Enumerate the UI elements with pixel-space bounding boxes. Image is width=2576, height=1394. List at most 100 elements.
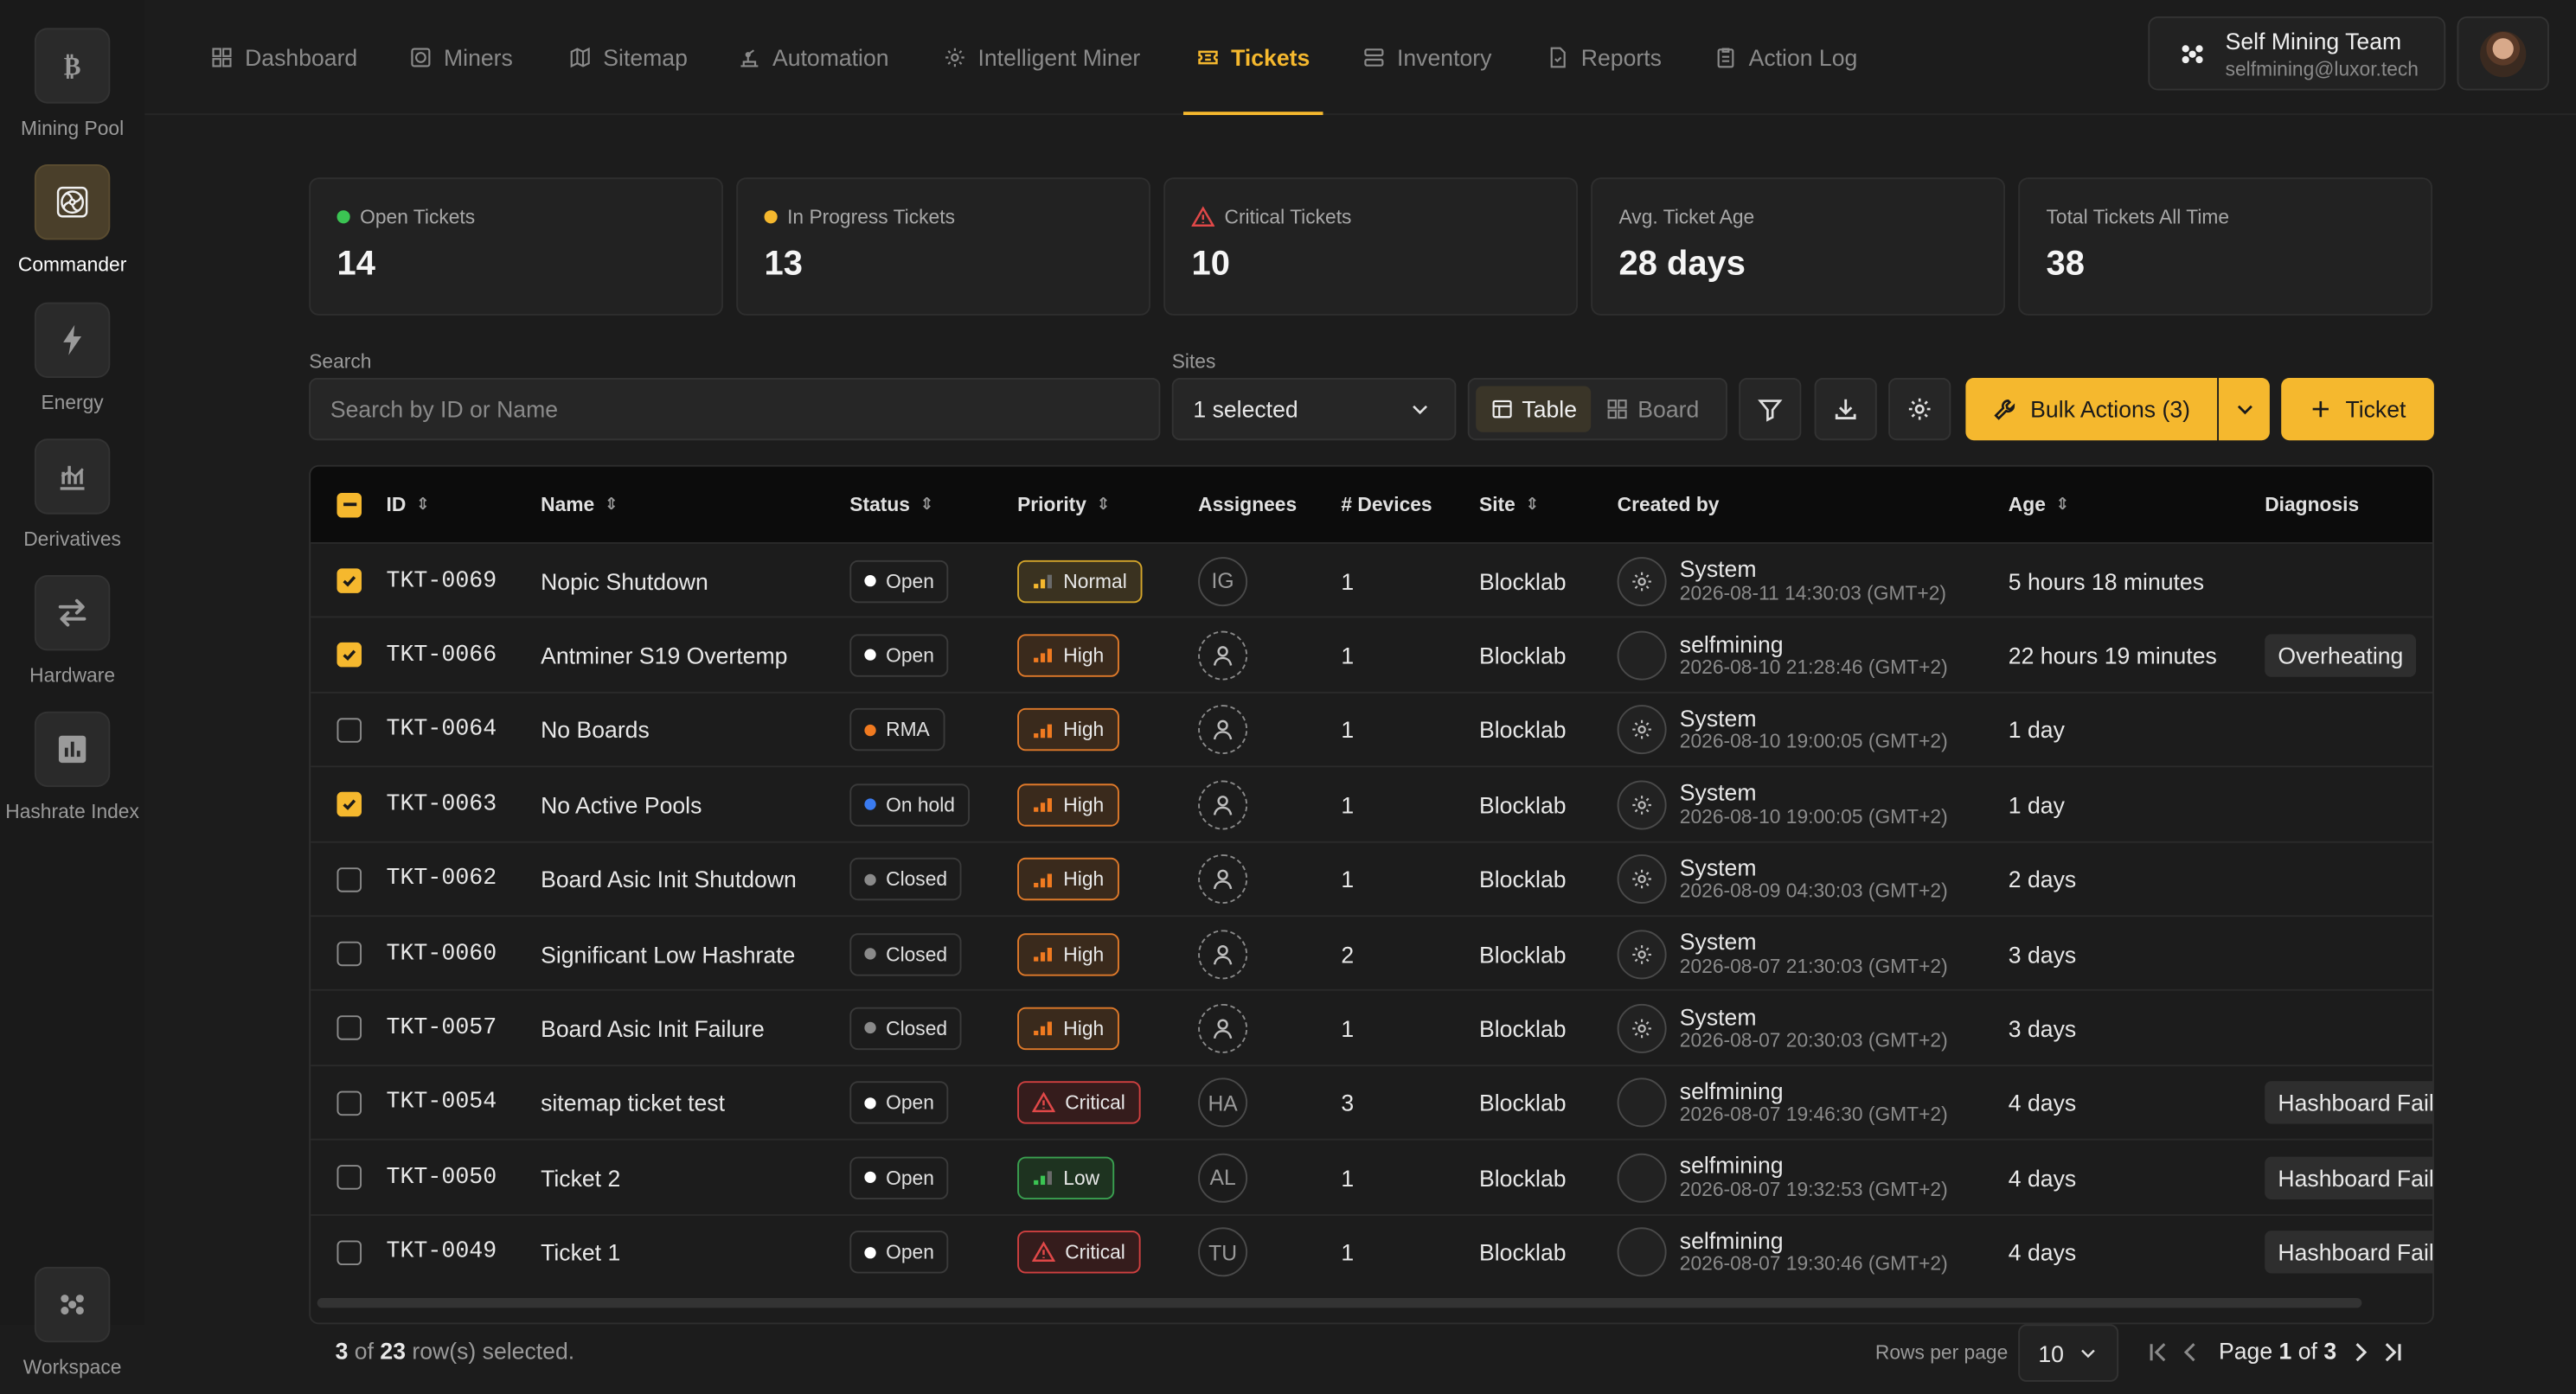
unassigned-user-icon[interactable] xyxy=(1198,1003,1248,1053)
assignee-initials[interactable]: TU xyxy=(1198,1227,1248,1277)
sites-select[interactable]: 1 selected xyxy=(1171,378,1457,441)
unassigned-user-icon[interactable] xyxy=(1198,630,1248,681)
row-checkbox[interactable] xyxy=(336,1015,362,1041)
sidebar-item-mining-pool[interactable]: ₿ Mining Pool xyxy=(0,28,144,140)
nav-dashboard[interactable]: Dashboard xyxy=(210,0,357,115)
select-all-checkbox[interactable] xyxy=(336,467,362,542)
priority-badge[interactable]: High xyxy=(1017,783,1119,827)
table-row[interactable]: TKT-0050 Ticket 2 Open Low AL 1 Blocklab selfmi… xyxy=(311,1139,2432,1215)
status-badge[interactable]: On hold xyxy=(849,783,971,827)
status-badge[interactable]: Open xyxy=(849,1156,949,1199)
priority-badge[interactable]: Low xyxy=(1017,1156,1115,1199)
unassigned-user-icon[interactable] xyxy=(1198,854,1248,905)
priority-badge[interactable]: High xyxy=(1017,932,1119,975)
ticket-name[interactable]: Ticket 1 xyxy=(541,1215,620,1289)
status-badge[interactable]: Open xyxy=(849,559,949,603)
priority-badge[interactable]: Critical xyxy=(1017,1081,1140,1125)
table-row[interactable]: TKT-0060 Significant Low Hashrate Closed Hi… xyxy=(311,915,2432,991)
row-checkbox[interactable] xyxy=(336,643,362,668)
status-badge[interactable]: Open xyxy=(849,1231,949,1274)
row-checkbox[interactable] xyxy=(336,866,362,892)
column-age[interactable]: Age ⇕ xyxy=(2009,467,2069,542)
bulk-actions-button[interactable]: Bulk Actions (3) xyxy=(1965,378,2218,441)
table-row[interactable]: TKT-0066 Antminer S19 Overtemp Open High 1 Bl… xyxy=(311,617,2432,693)
table-row[interactable]: TKT-0064 No Boards RMA High 1 Blocklab System 2… xyxy=(311,691,2432,767)
priority-badge[interactable]: Normal xyxy=(1017,559,1142,603)
row-checkbox[interactable] xyxy=(336,1165,362,1190)
table-row[interactable]: TKT-0069 Nopic Shutdown Open Normal IG 1 Block… xyxy=(311,542,2432,618)
bulk-actions-dropdown[interactable] xyxy=(2219,378,2270,441)
view-table-button[interactable]: Table xyxy=(1476,386,1592,432)
priority-badge[interactable]: High xyxy=(1017,1007,1119,1050)
ticket-id[interactable]: TKT-0054 xyxy=(387,1066,497,1141)
ticket-id[interactable]: TKT-0050 xyxy=(387,1141,497,1215)
ticket-name[interactable]: Ticket 2 xyxy=(541,1141,620,1215)
download-button[interactable] xyxy=(1814,378,1877,441)
status-badge[interactable]: Open xyxy=(849,1081,949,1125)
sidebar-item-hashrate-index[interactable]: Hashrate Index xyxy=(0,711,144,823)
ticket-id[interactable]: TKT-0063 xyxy=(387,768,497,842)
priority-badge[interactable]: High xyxy=(1017,857,1119,901)
column-site[interactable]: Site ⇕ xyxy=(1479,467,1539,542)
nav-tickets[interactable]: Tickets xyxy=(1182,0,1323,115)
ticket-id[interactable]: TKT-0069 xyxy=(387,544,497,618)
ticket-name[interactable]: Significant Low Hashrate xyxy=(541,917,795,991)
table-row[interactable]: TKT-0063 No Active Pools On hold High 1 Block… xyxy=(311,765,2432,842)
search-input[interactable] xyxy=(309,378,1161,441)
sidebar-item-hardware[interactable]: Hardware xyxy=(0,575,144,687)
unassigned-user-icon[interactable] xyxy=(1198,929,1248,979)
nav-sitemap[interactable]: Sitemap xyxy=(568,0,688,115)
settings-button[interactable] xyxy=(1888,378,1951,441)
row-checkbox[interactable] xyxy=(336,717,362,743)
ticket-id[interactable]: TKT-0060 xyxy=(387,917,497,991)
nav-intelligent-miner[interactable]: Intelligent Miner xyxy=(944,0,1140,115)
next-page-icon[interactable] xyxy=(2347,1340,2373,1365)
team-switcher[interactable]: Self Mining Team selfmining@luxor.tech xyxy=(2148,16,2446,91)
assignee-initials[interactable]: IG xyxy=(1198,556,1248,606)
status-badge[interactable]: Closed xyxy=(849,857,963,901)
table-row[interactable]: TKT-0049 Ticket 1 Open Critical TU 1 Blocklab s… xyxy=(311,1213,2432,1289)
row-checkbox[interactable] xyxy=(336,568,362,593)
nav-miners[interactable]: Miners xyxy=(409,0,513,115)
sidebar-item-energy[interactable]: Energy xyxy=(0,302,144,414)
ticket-name[interactable]: Board Asic Init Shutdown xyxy=(541,842,797,917)
ticket-id[interactable]: TKT-0064 xyxy=(387,693,497,767)
unassigned-user-icon[interactable] xyxy=(1198,705,1248,755)
nav-reports[interactable]: Reports xyxy=(1547,0,1662,115)
ticket-id[interactable]: TKT-0066 xyxy=(387,618,497,693)
priority-badge[interactable]: High xyxy=(1017,708,1119,751)
ticket-name[interactable]: Board Asic Init Failure xyxy=(541,991,765,1065)
ticket-id[interactable]: TKT-0062 xyxy=(387,842,497,917)
ticket-id[interactable]: TKT-0057 xyxy=(387,991,497,1065)
ticket-name[interactable]: No Boards xyxy=(541,693,650,767)
nav-automation[interactable]: Automation xyxy=(738,0,889,115)
last-page-icon[interactable] xyxy=(2380,1340,2406,1365)
filter-button[interactable] xyxy=(1739,378,1802,441)
ticket-name[interactable]: No Active Pools xyxy=(541,768,702,842)
view-board-button[interactable]: Board xyxy=(1592,387,1714,432)
rows-per-page-select[interactable]: 10 xyxy=(2018,1324,2119,1382)
sidebar-item-commander[interactable]: Commander xyxy=(0,164,144,276)
previous-page-icon[interactable] xyxy=(2178,1340,2204,1365)
assignee-initials[interactable]: AL xyxy=(1198,1153,1248,1203)
table-row[interactable]: TKT-0054 sitemap ticket test Open Critical H… xyxy=(311,1064,2432,1141)
ticket-id[interactable]: TKT-0049 xyxy=(387,1215,497,1289)
sidebar-item-workspace[interactable]: Workspace xyxy=(0,1266,144,1378)
status-badge[interactable]: Closed xyxy=(849,932,963,975)
assignee-initials[interactable]: HA xyxy=(1198,1077,1248,1128)
sidebar-item-derivatives[interactable]: Derivatives xyxy=(0,438,144,551)
table-row[interactable]: TKT-0062 Board Asic Init Shutdown Closed Hi… xyxy=(311,841,2432,917)
row-checkbox[interactable] xyxy=(336,941,362,967)
column-priority[interactable]: Priority ⇕ xyxy=(1017,467,1110,542)
priority-badge[interactable]: High xyxy=(1017,634,1119,677)
nav-action-log[interactable]: Action Log xyxy=(1714,0,1857,115)
user-avatar[interactable] xyxy=(2457,16,2549,91)
nav-inventory[interactable]: Inventory xyxy=(1362,0,1491,115)
column-name[interactable]: Name ⇕ xyxy=(541,467,618,542)
priority-badge[interactable]: Critical xyxy=(1017,1231,1140,1274)
new-ticket-button[interactable]: Ticket xyxy=(2281,378,2434,441)
ticket-name[interactable]: Nopic Shutdown xyxy=(541,544,708,618)
status-badge[interactable]: Closed xyxy=(849,1007,963,1050)
column-status[interactable]: Status ⇕ xyxy=(849,467,933,542)
status-badge[interactable]: Open xyxy=(849,634,949,677)
